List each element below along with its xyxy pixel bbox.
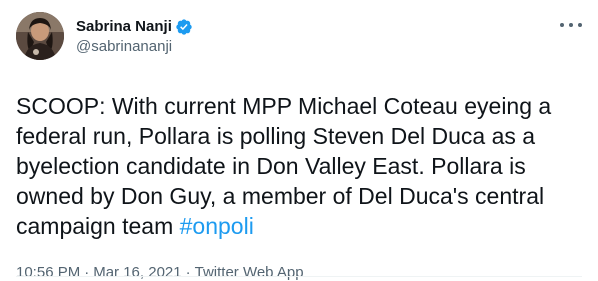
verified-badge-icon <box>175 18 193 36</box>
tweet-time[interactable]: 10:56 PM <box>16 264 80 281</box>
more-dots-icon[interactable] <box>560 16 582 34</box>
meta-separator: · <box>185 264 191 281</box>
dot <box>578 23 582 27</box>
author-names: Sabrina Nanji @sabrinananji <box>76 17 193 57</box>
author-handle[interactable]: @sabrinananji <box>76 37 193 57</box>
tweet-meta: 10:56 PM · Mar 16, 2021 · Twitter Web App <box>16 263 582 281</box>
tweet-body: SCOOP: With current MPP Michael Coteau e… <box>16 93 552 239</box>
meta-separator: · <box>84 264 90 281</box>
hashtag-link[interactable]: #onpoli <box>180 213 254 239</box>
author-display-name[interactable]: Sabrina Nanji <box>76 17 172 37</box>
profile-photo-icon <box>16 12 64 60</box>
name-row: Sabrina Nanji <box>76 17 193 37</box>
tweet-header: Sabrina Nanji @sabrinananji <box>16 12 582 62</box>
avatar[interactable] <box>16 12 64 60</box>
dot <box>560 23 564 27</box>
tweet-date[interactable]: Mar 16, 2021 <box>93 264 181 281</box>
tweet-source[interactable]: Twitter Web App <box>195 264 304 281</box>
tweet-card: Sabrina Nanji @sabrinananji SCOOP: With … <box>0 0 598 281</box>
divider <box>16 276 582 277</box>
dot <box>569 23 573 27</box>
tweet-text: SCOOP: With current MPP Michael Coteau e… <box>16 91 582 241</box>
